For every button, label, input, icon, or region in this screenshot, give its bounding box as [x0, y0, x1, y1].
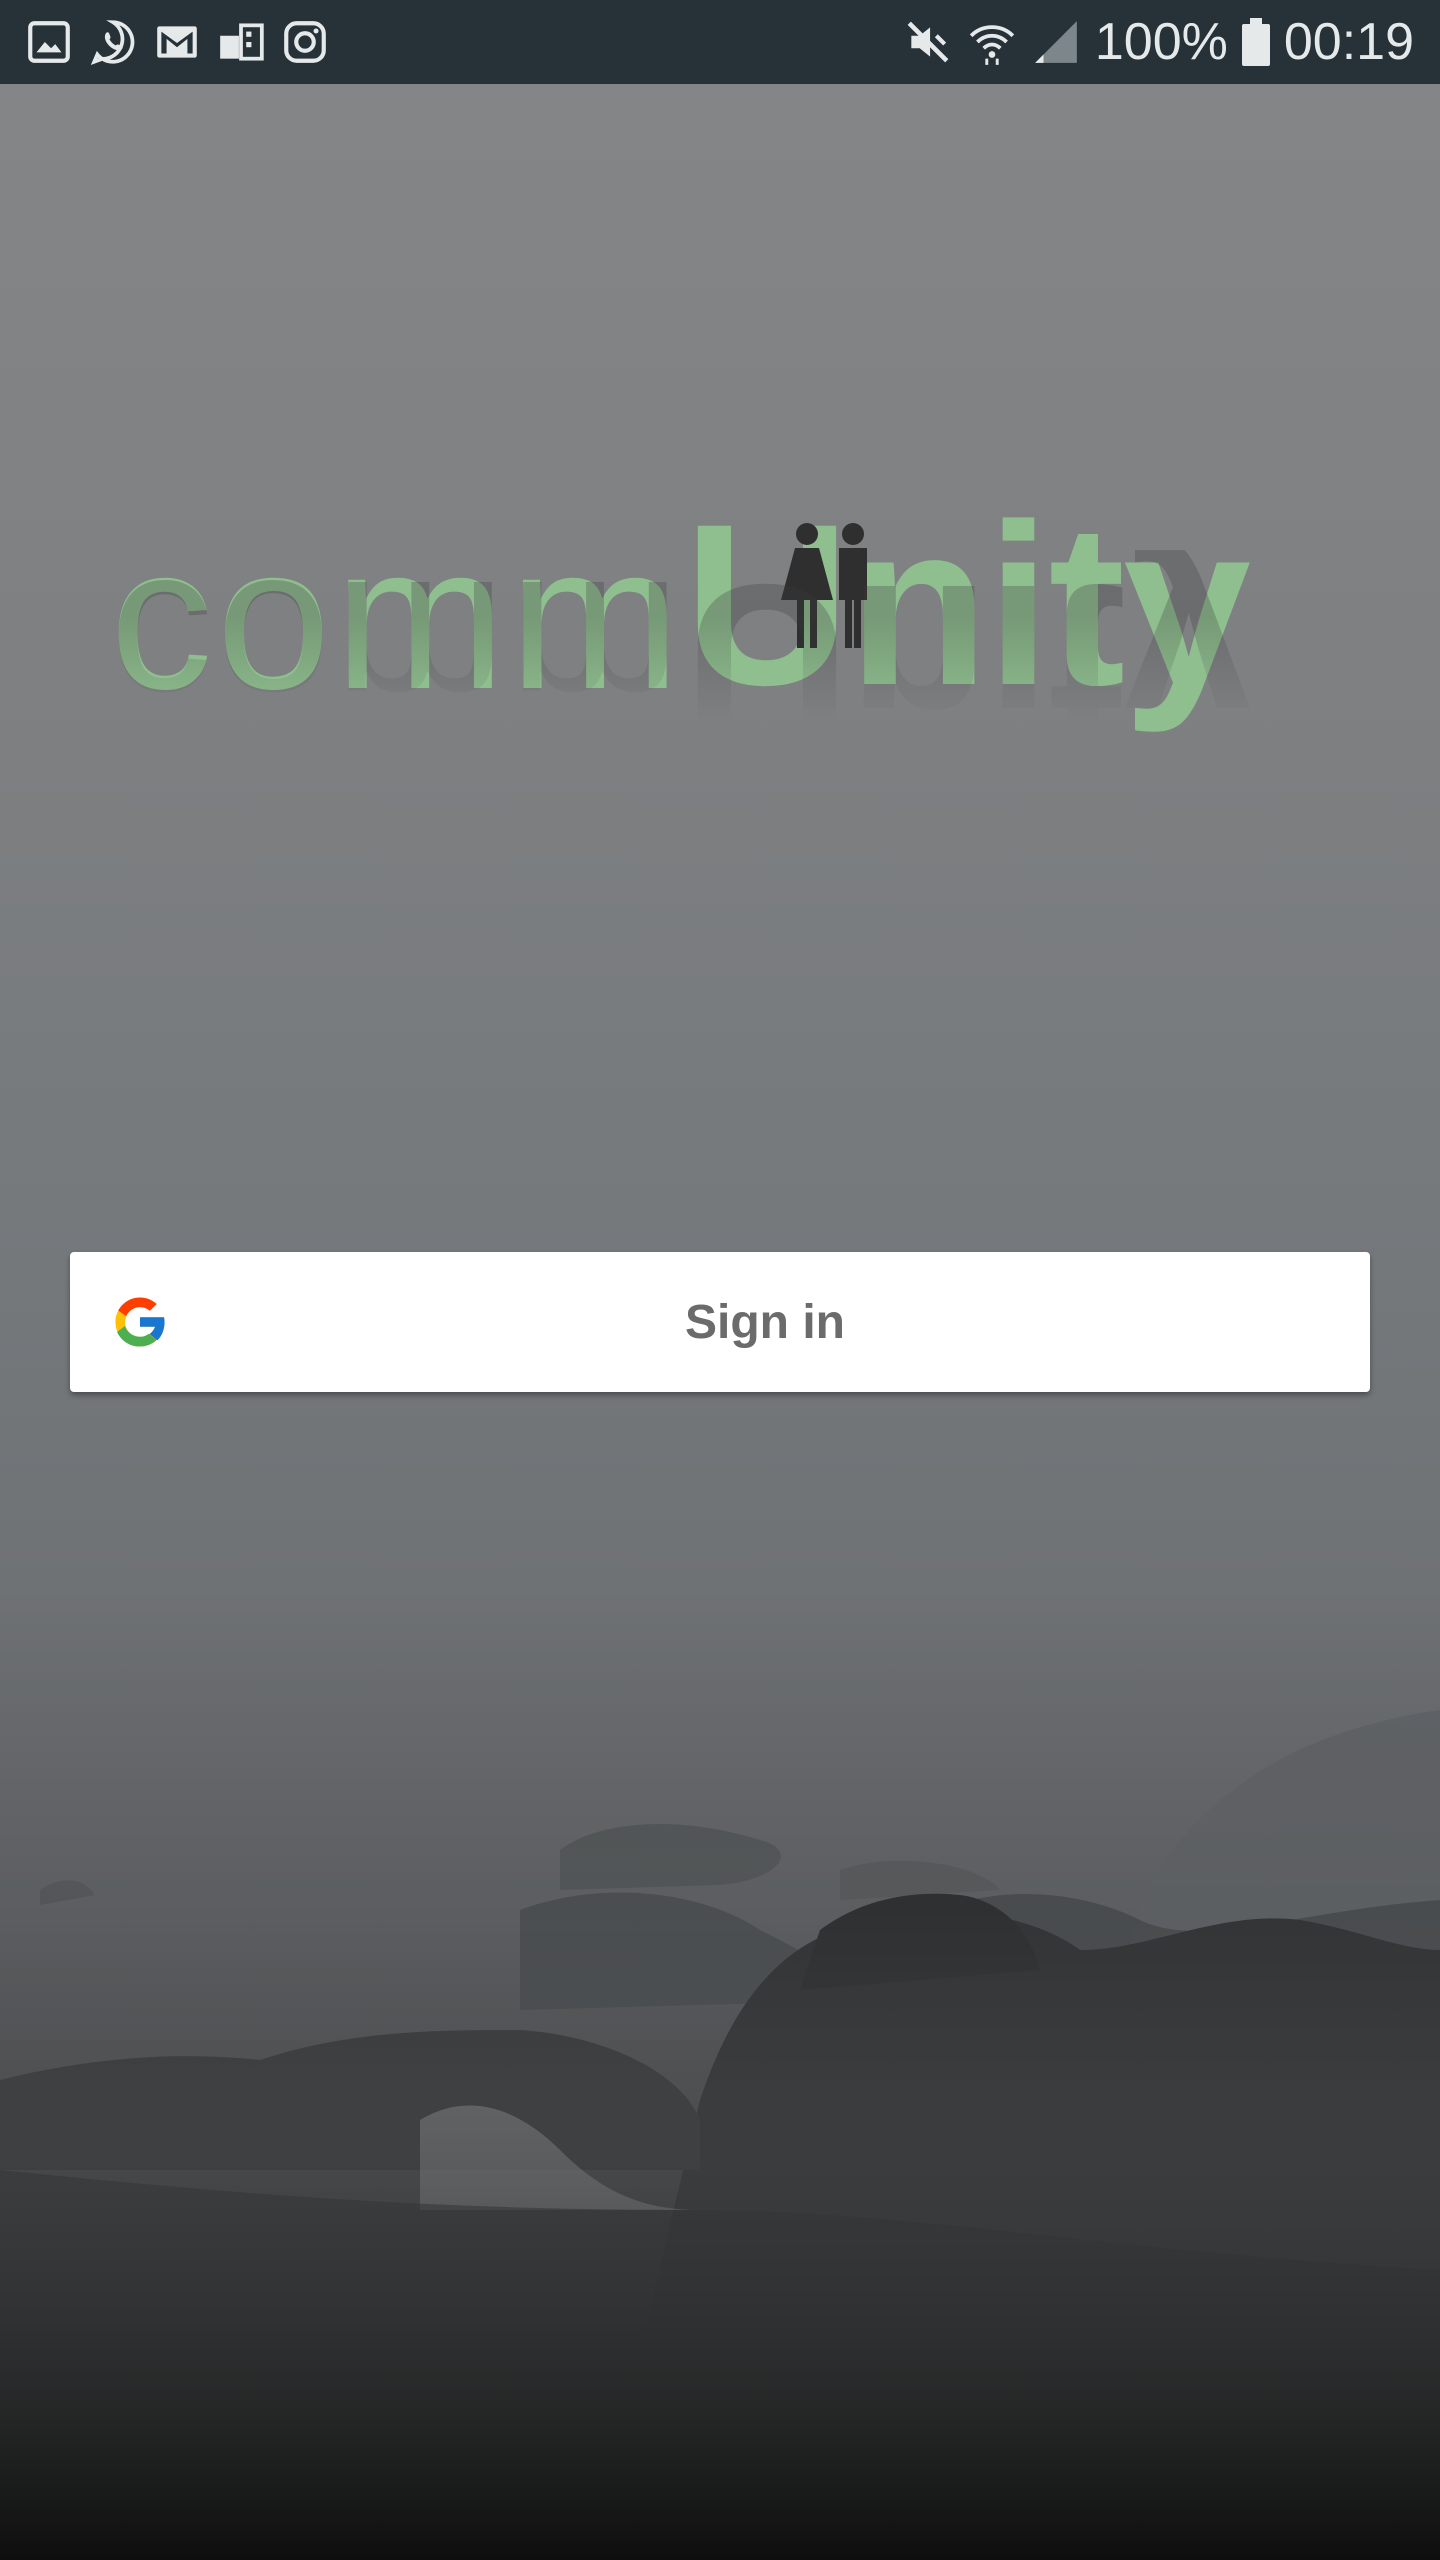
signin-label: Sign in [685, 1295, 845, 1349]
wifi-icon [969, 25, 1015, 65]
instagram-icon [284, 21, 326, 63]
battery-percent: 100% [1094, 13, 1228, 71]
cast-icon [220, 23, 264, 61]
community-logo: comm Unity comm Unity [110, 490, 1350, 890]
gmail-icon [157, 26, 197, 58]
mute-icon [907, 21, 949, 63]
logo-reflection: comm Unity [110, 537, 1249, 794]
status-bar: 100% 00:19 [0, 0, 1440, 84]
notification-icons [24, 16, 330, 68]
background-rocks-image [0, 1650, 1440, 2560]
whatsapp-icon [90, 20, 135, 66]
clock: 00:19 [1283, 13, 1414, 71]
signal-icon [1035, 21, 1077, 63]
logo-reflection-bold: Unity [684, 537, 1250, 794]
battery-icon [1241, 18, 1270, 66]
google-signin-button[interactable]: Sign in [70, 1252, 1370, 1392]
system-indicators: 100% 00:19 [903, 10, 1414, 74]
login-screen: 100% 00:19 comm Unity comm Unity Sign in [0, 0, 1440, 2560]
gallery-icon [28, 21, 70, 63]
